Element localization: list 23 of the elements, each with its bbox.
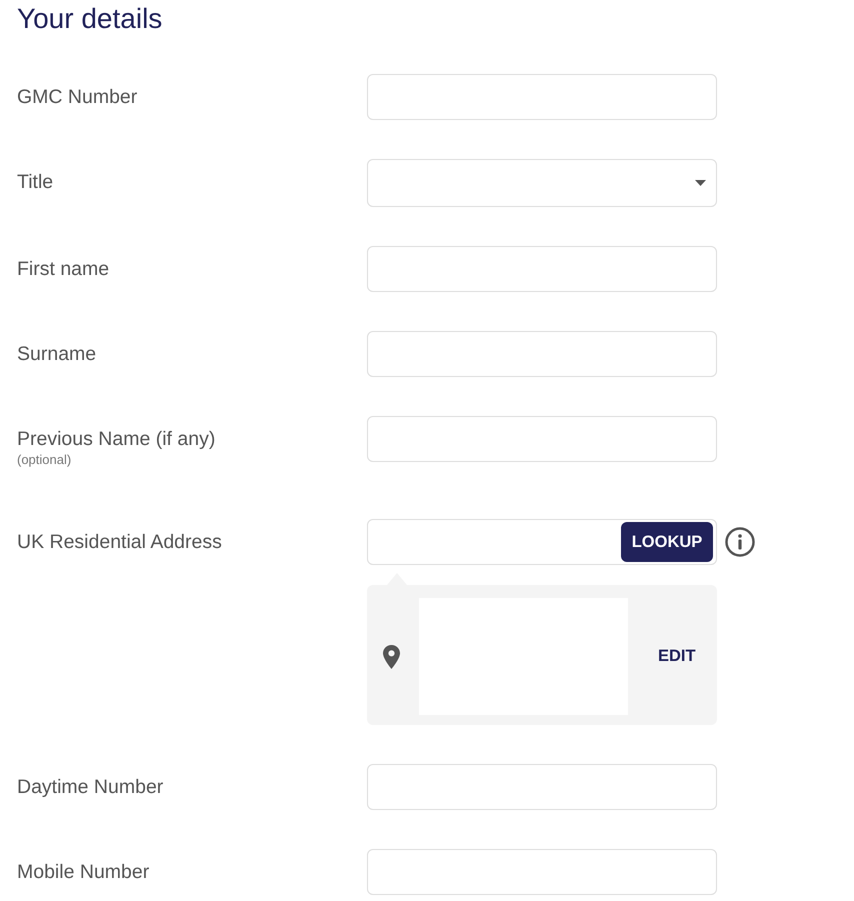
text-input[interactable] — [367, 849, 717, 895]
text-input[interactable] — [367, 416, 717, 462]
page-heading: Your details — [17, 2, 162, 36]
field-label: GMC Number — [17, 85, 138, 109]
address-field[interactable]: LOOKUP — [367, 519, 717, 565]
lookup-button[interactable]: LOOKUP — [621, 522, 713, 562]
text-input[interactable] — [367, 74, 717, 120]
field-label: First name — [17, 257, 110, 281]
text-input[interactable] — [367, 246, 717, 292]
field-label: Surname — [17, 342, 98, 366]
text-input[interactable] — [367, 764, 717, 810]
caret-icon — [695, 180, 706, 186]
optional-note: (optional) — [17, 451, 72, 469]
location-pin-icon — [383, 644, 400, 668]
field-label: Daytime Number — [17, 775, 164, 799]
field-label: Previous Name (if any) — [17, 427, 216, 451]
edit-button[interactable]: EDIT — [658, 647, 696, 666]
field-label: Title — [17, 170, 54, 194]
field-label: Mobile Number — [17, 860, 150, 884]
info-icon[interactable] — [725, 527, 755, 557]
title-select[interactable] — [367, 159, 717, 207]
text-input[interactable] — [367, 331, 717, 377]
field-label: UK Residential Address — [17, 530, 223, 554]
